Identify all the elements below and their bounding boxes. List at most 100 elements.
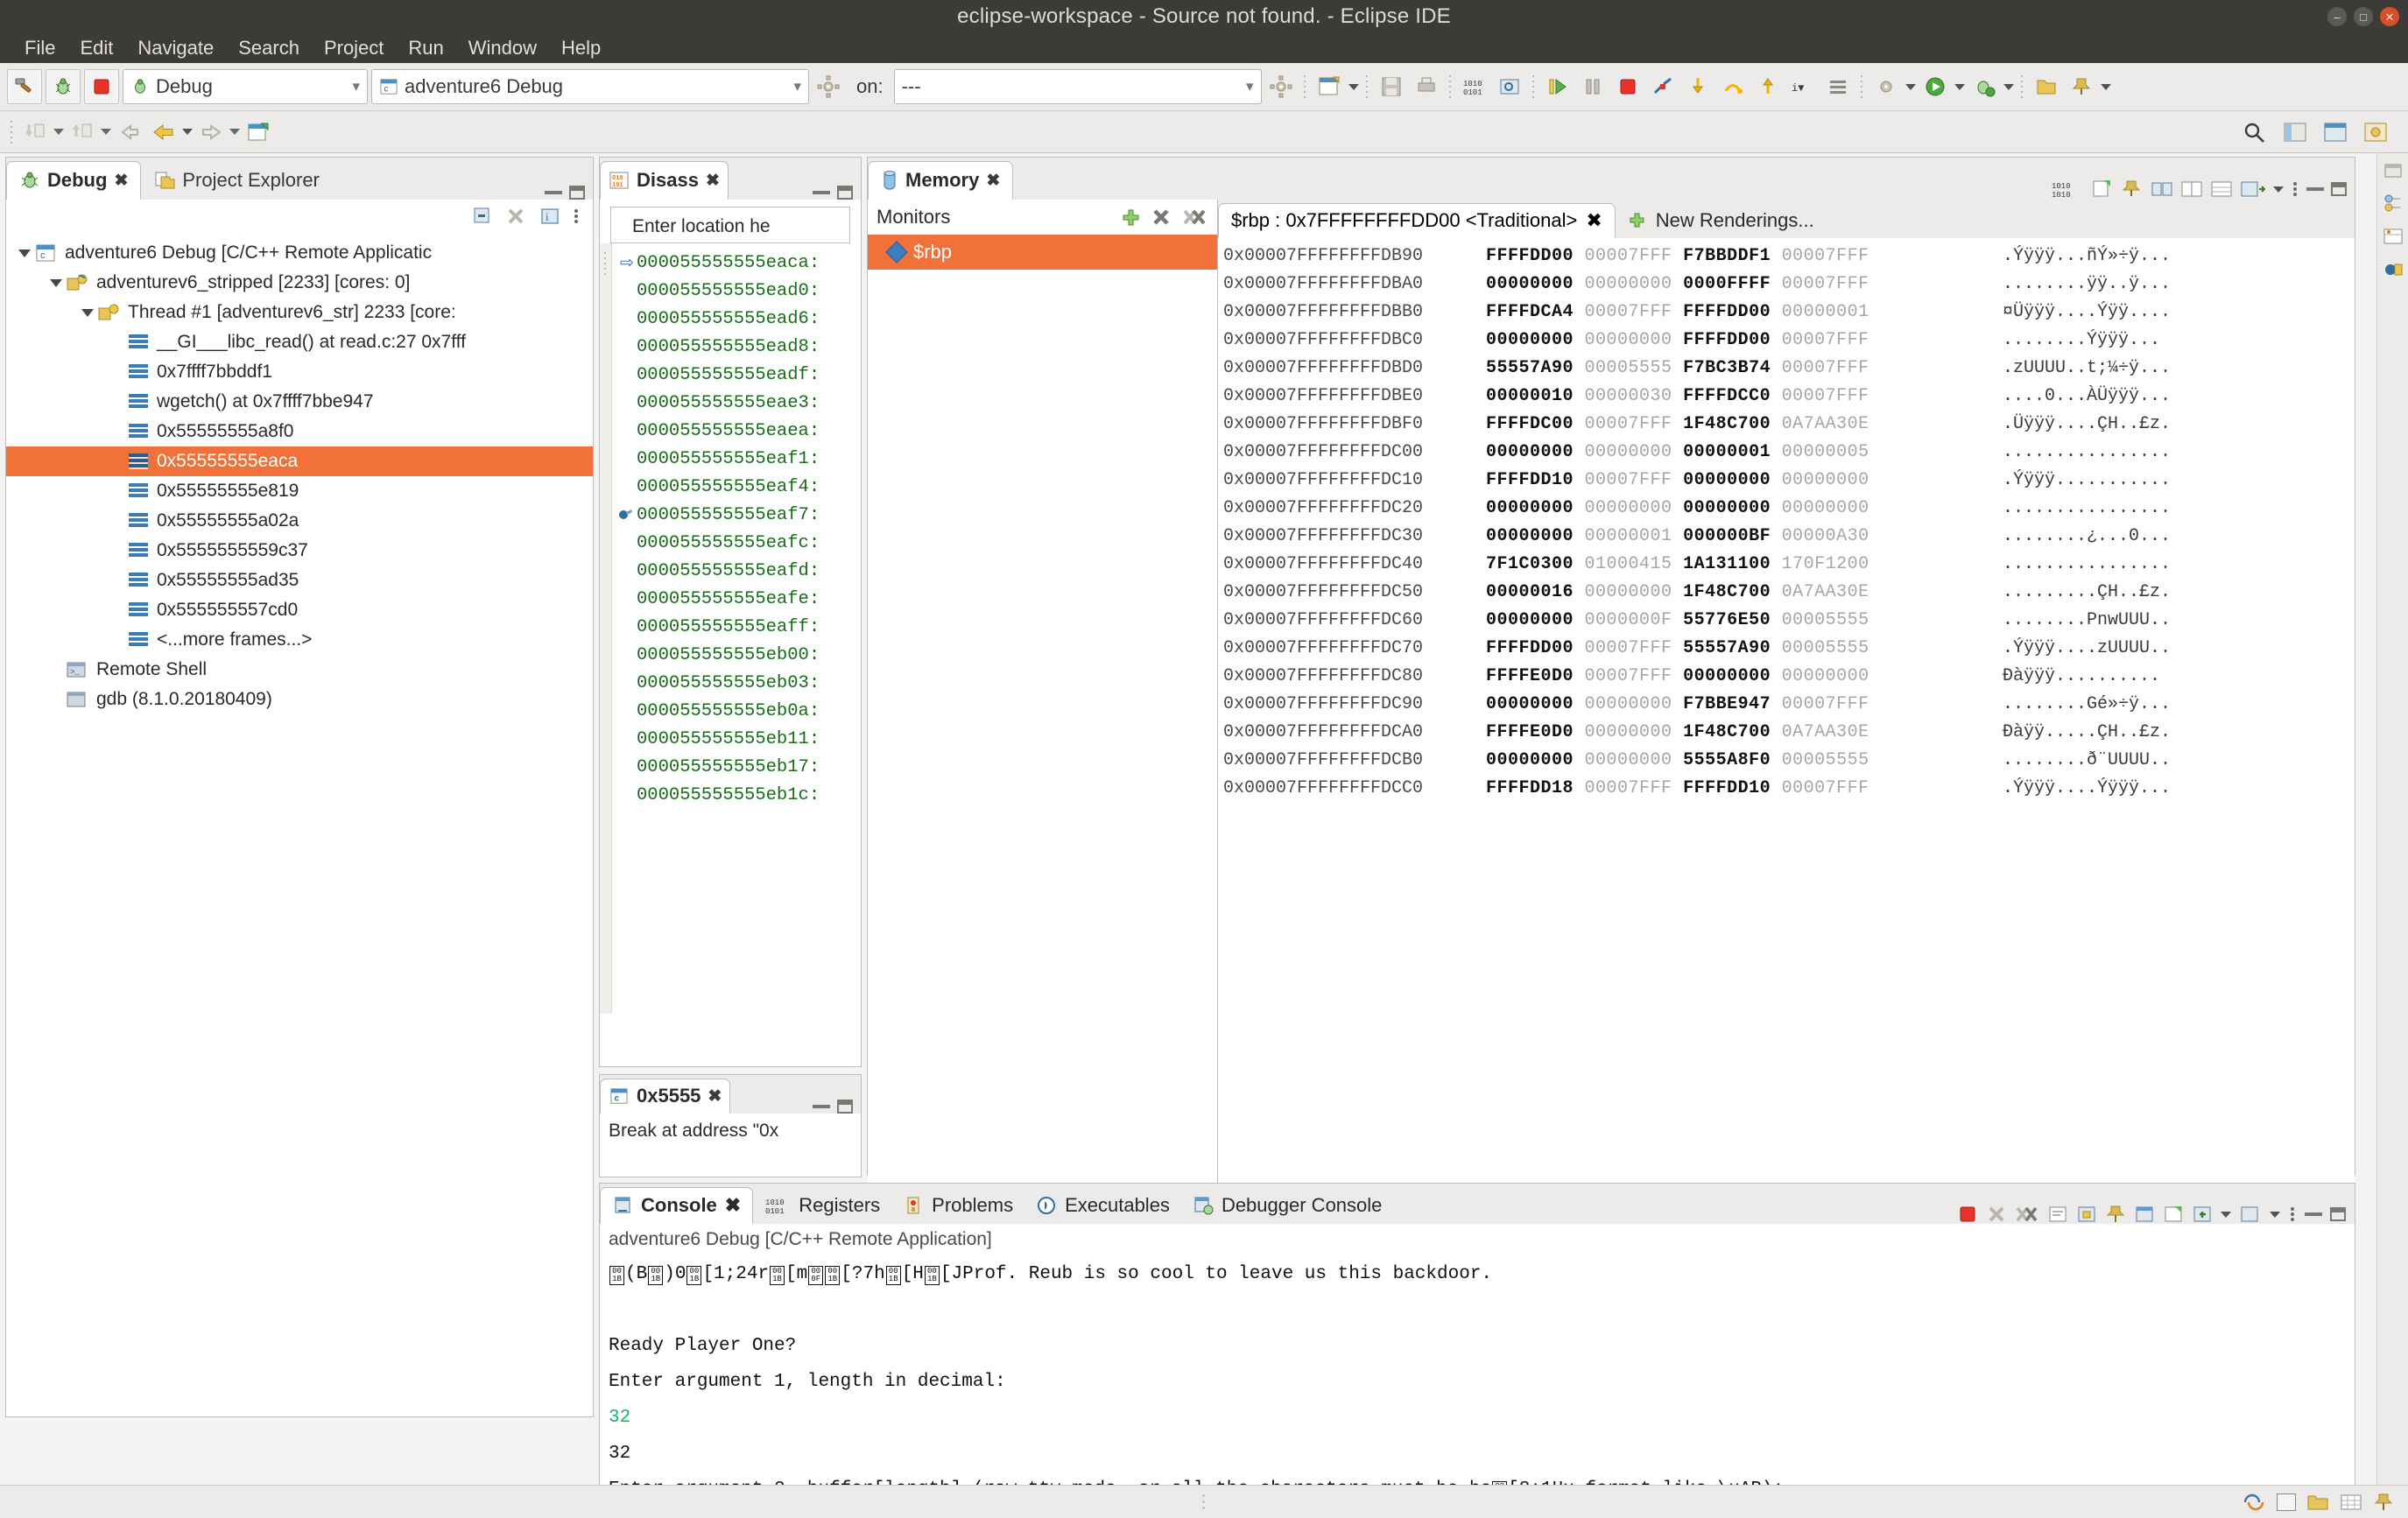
menu-item-search[interactable]: Search [226, 35, 312, 61]
toolbar-drag-handle-5[interactable] [1860, 74, 1864, 100]
resume-icon[interactable] [1542, 71, 1574, 102]
disassembly-line[interactable]: 000055555555eaf1: [617, 445, 820, 473]
pin-dropdown-icon[interactable] [2101, 84, 2111, 90]
memory-row[interactable]: 0x00007FFFFFFFFDC70FFFFDD00 00007FFF 555… [1223, 634, 2355, 662]
new-editor-icon[interactable] [243, 116, 274, 148]
open-console-icon[interactable] [2163, 1205, 2184, 1224]
launch-config-combo[interactable]: c adventure6 Debug ▾ [371, 69, 809, 104]
disassembly-line[interactable]: 000055555555ead8: [617, 333, 820, 361]
scroll-lock-icon[interactable] [2076, 1205, 2097, 1224]
debug-tree-row[interactable]: 0x55555555e819 [6, 476, 593, 506]
memory-row[interactable]: 0x00007FFFFFFFFDC2000000000 00000000 000… [1223, 494, 2355, 522]
toolbar-drag-handle-4[interactable] [1531, 74, 1536, 100]
debug-tree-row[interactable]: 0x55555555ad35 [6, 566, 593, 595]
minimize-view-icon[interactable] [545, 191, 562, 194]
memory-monitor-item[interactable]: $rbp [868, 235, 1217, 270]
remove-launch-icon[interactable] [1986, 1205, 2007, 1224]
menu-item-navigate[interactable]: Navigate [125, 35, 226, 61]
memory-row[interactable]: 0x00007FFFFFFFFDBB0FFFFDCA4 00007FFF FFF… [1223, 298, 2355, 326]
minimize-view-icon[interactable] [813, 191, 830, 194]
remove-all-icon[interactable] [1182, 207, 1208, 228]
launch-settings-gear-icon[interactable] [813, 71, 844, 102]
debug-tree-row[interactable]: gdb (8.1.0.20180409) [6, 685, 593, 714]
pin-console-icon[interactable] [2105, 1205, 2126, 1224]
memory-row[interactable]: 0x00007FFFFFFFFDBD055557A90 00005555 F7B… [1223, 354, 2355, 382]
memory-row[interactable]: 0x00007FFFFFFFFDC80FFFFE0D0 00007FFF 000… [1223, 662, 2355, 690]
plus-icon[interactable] [1119, 207, 1142, 228]
debug-tree-row[interactable]: Thread #1 [adventurev6_str] 2233 [core: [6, 298, 593, 327]
disassembly-line[interactable]: 000055555555eadf: [617, 361, 820, 389]
disassembly-line[interactable]: 000055555555eb03: [617, 669, 820, 697]
pin-icon[interactable] [2066, 71, 2097, 102]
memory-row[interactable]: 0x00007FFFFFFFFDC10FFFFDD10 00007FFF 000… [1223, 466, 2355, 494]
memory-row[interactable]: 0x00007FFFFFFFFDBF0FFFFDC00 00007FFF 1F4… [1223, 410, 2355, 438]
tab-new-renderings[interactable]: New Renderings... [1616, 203, 1827, 238]
tab-console[interactable]: Console✖ [600, 1187, 753, 1224]
memory-row[interactable]: 0x00007FFFFFFFFDCA0FFFFE0D0 00000000 1F4… [1223, 718, 2355, 746]
expand-twisty[interactable] [15, 243, 34, 263]
menu-item-help[interactable]: Help [549, 35, 613, 61]
memory-row[interactable]: 0x00007FFFFFFFFDBA000000000 00000000 000… [1223, 270, 2355, 298]
menu-item-project[interactable]: Project [312, 35, 396, 61]
debug-tree-row[interactable]: <...more frames...> [6, 625, 593, 655]
step-into-selection-icon[interactable] [19, 116, 51, 148]
disassembly-line[interactable]: 000055555555eb1c: [617, 781, 820, 809]
debug-tree-row[interactable]: 0x7ffff7bbddf1 [6, 357, 593, 387]
memory-row[interactable]: 0x00007FFFFFFFFDC0000000000 00000000 000… [1223, 438, 2355, 466]
on-target-combo[interactable]: --- ▾ [894, 69, 1262, 104]
step-up-dropdown-icon[interactable] [101, 129, 111, 135]
tab-debug[interactable]: Debug ✖ [6, 161, 141, 200]
disassembly-location-input[interactable]: Enter location he [610, 207, 850, 243]
disassembly-line[interactable]: 000055555555eb11: [617, 725, 820, 753]
hammer-icon[interactable] [7, 69, 42, 104]
pin-memory-icon[interactable] [2121, 179, 2144, 200]
search-icon[interactable] [2242, 120, 2268, 144]
memory-row[interactable]: 0x00007FFFFFFFFDCB000000000 00000000 555… [1223, 746, 2355, 774]
memory-toolbar-binary-icon[interactable]: 10101010 [2051, 179, 2084, 200]
memory-row[interactable]: 0x00007FFFFFFFFDBC000000000 00000000 FFF… [1223, 326, 2355, 354]
new-file-icon[interactable] [1313, 71, 1345, 102]
maximize-view-icon[interactable] [837, 1100, 853, 1114]
status-view-icon-1[interactable] [2277, 1493, 2296, 1511]
bug-icon[interactable] [46, 69, 81, 104]
forward-dropdown-icon[interactable] [229, 129, 240, 135]
breakpoint-icon[interactable] [617, 508, 637, 522]
variables-view-icon[interactable] [2383, 227, 2404, 246]
toolbar-drag-handle-2[interactable] [1365, 74, 1369, 100]
menu-item-edit[interactable]: Edit [67, 35, 125, 61]
status-sync-icon[interactable] [2242, 1493, 2266, 1512]
debug-mode-combo[interactable]: Debug ▾ [123, 69, 368, 104]
search-memory-icon[interactable] [1494, 71, 1525, 102]
disassembly-line[interactable]: 000055555555eb0a: [617, 697, 820, 725]
view-menu-dots-icon[interactable] [572, 206, 581, 227]
memory-row[interactable]: 0x00007FFFFFFFFDB90FFFFDD00 00007FFF F7B… [1223, 242, 2355, 270]
debug-run-icon[interactable] [1968, 71, 2000, 102]
disassembly-line[interactable]: ⇨000055555555eaca: [617, 249, 820, 277]
tab-project-explorer[interactable]: Project Explorer [141, 161, 333, 200]
tab-registers[interactable]: 10100101Registers [753, 1187, 891, 1224]
run-dropdown-icon[interactable] [1954, 84, 1965, 90]
close-icon[interactable]: ✖ [708, 1086, 722, 1107]
memory-row[interactable]: 0x00007FFFFFFFFDC3000000000 00000001 000… [1223, 522, 2355, 550]
close-button[interactable]: ✕ [2380, 7, 2399, 26]
debug-stack-tree[interactable]: cadventure6 Debug [C/C++ Remote Applicat… [6, 233, 593, 714]
new-memory-monitor-icon[interactable] [2091, 179, 2114, 200]
maximize-view-icon[interactable] [569, 186, 585, 200]
menu-item-run[interactable]: Run [396, 35, 455, 61]
suspend-icon[interactable] [1577, 71, 1609, 102]
back-history-icon[interactable] [114, 116, 145, 148]
tab-problems[interactable]: Problems [891, 1187, 1024, 1224]
binary-toggle-icon[interactable]: 10100101 [1459, 71, 1490, 102]
expand-twisty[interactable] [78, 303, 97, 322]
debug-tree-row-selected[interactable]: 0x55555555eaca [6, 446, 593, 476]
disassembly-line[interactable]: 000055555555eb00: [617, 641, 820, 669]
close-icon[interactable]: ✖ [986, 171, 1000, 191]
minimize-view-icon[interactable] [813, 1105, 830, 1108]
clear-console-icon[interactable] [2047, 1205, 2068, 1224]
step-into-icon[interactable] [1682, 71, 1714, 102]
new-file-dropdown-icon[interactable] [1348, 84, 1359, 90]
link-memory-icon[interactable] [2151, 179, 2173, 200]
minimize-view-icon[interactable] [2306, 187, 2324, 191]
view-menu-icon[interactable]: i [539, 206, 561, 227]
disassembly-line[interactable]: 000055555555eb17: [617, 753, 820, 781]
